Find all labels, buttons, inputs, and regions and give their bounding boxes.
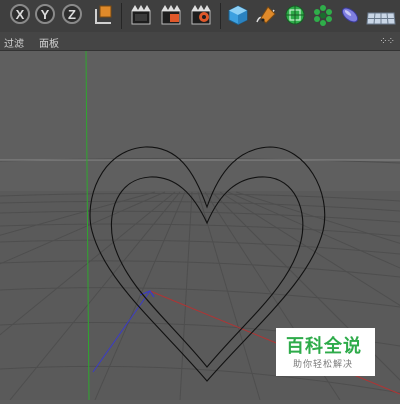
y-axis-lock-button[interactable]: Y (35, 4, 55, 24)
render-to-picture-viewer-button[interactable] (159, 3, 183, 27)
main-toolbar: X Y Z (0, 0, 400, 33)
menu-panel[interactable]: 面板 (39, 35, 59, 50)
x-axis-lock-button[interactable]: X (10, 4, 30, 24)
render-settings-icon (191, 5, 211, 25)
render-to-picture-viewer-icon (161, 5, 181, 25)
render-settings-button[interactable] (189, 3, 213, 27)
cloner-icon (314, 5, 332, 26)
z-axis-lock-button[interactable]: Z (62, 4, 82, 24)
coordinate-system-button[interactable] (91, 3, 115, 27)
toolbar-separator (121, 3, 122, 29)
subdivision-surface-button[interactable] (283, 3, 307, 27)
viewport-menubar: 过滤 面板 ⁘⁘ (0, 32, 400, 51)
deformer-button[interactable] (338, 3, 362, 27)
watermark-logo: 百科全说 (286, 336, 362, 357)
menu-filter[interactable]: 过滤 (4, 35, 24, 50)
cube-icon (228, 5, 248, 26)
watermark-badge: 百科全说 助你轻松解决 (276, 328, 375, 376)
coordinate-system-icon (95, 5, 112, 24)
cube-button[interactable] (226, 3, 250, 27)
cloner-button[interactable] (311, 3, 335, 27)
floor-button[interactable] (366, 3, 396, 27)
render-view-button[interactable] (129, 3, 153, 27)
toolbar-separator (220, 3, 221, 29)
floor-icon (366, 12, 396, 25)
pen-spline-button[interactable] (254, 3, 278, 27)
pen-spline-icon (256, 6, 276, 24)
watermark-tagline: 助你轻松解决 (293, 360, 354, 370)
render-view-icon (131, 5, 151, 25)
viewport-grip-icon[interactable]: ⁘⁘ (379, 36, 395, 47)
subdivision-surface-icon (285, 5, 305, 25)
deformer-icon (341, 7, 359, 23)
